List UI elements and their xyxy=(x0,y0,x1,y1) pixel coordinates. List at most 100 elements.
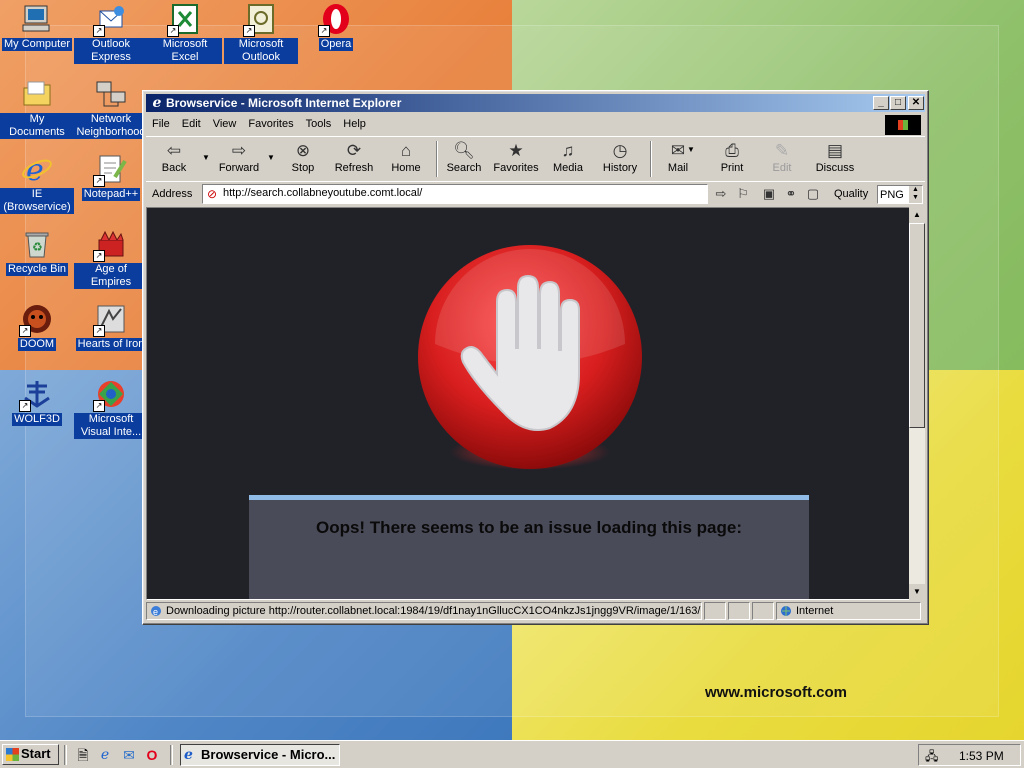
folder-icon xyxy=(21,78,53,110)
forward-button[interactable]: ⇨ Forward xyxy=(212,140,266,178)
start-button[interactable]: Start xyxy=(2,744,59,765)
address-field[interactable]: ⊘ xyxy=(202,184,708,204)
security-zone-text: Internet xyxy=(796,605,834,617)
mail-dropdown-icon[interactable]: ▼ xyxy=(687,145,695,154)
menu-file[interactable]: File xyxy=(146,116,176,132)
svg-text:e: e xyxy=(153,607,158,617)
desktop-icon-label: Hearts of Iron xyxy=(75,338,147,351)
menu-tools[interactable]: Tools xyxy=(300,116,338,132)
address-input[interactable] xyxy=(223,187,703,199)
edit-button[interactable]: ✎ Edit xyxy=(764,140,800,178)
desktop-icon-opera[interactable]: ↗ Opera xyxy=(299,3,373,51)
media-icon: ♫ xyxy=(561,141,575,160)
show-desktop-icon[interactable]: 🗎︎ xyxy=(74,746,92,764)
status-text: Downloading picture http://router.collab… xyxy=(166,605,702,617)
vertical-scrollbar[interactable]: ▲ ▼ xyxy=(909,207,925,600)
quality-spinner[interactable]: ▲ ▼ xyxy=(909,186,922,203)
back-button[interactable]: ⇦ Back xyxy=(152,140,196,178)
history-button[interactable]: ◷ History xyxy=(598,140,642,178)
menu-view[interactable]: View xyxy=(207,116,243,132)
wallpaper-url-text: www.microsoft.com xyxy=(705,684,847,701)
scroll-down-icon[interactable]: ▼ xyxy=(909,584,925,600)
go-arrow-icon[interactable]: ⇨ xyxy=(712,187,730,203)
scroll-up-icon[interactable]: ▲ xyxy=(909,207,925,223)
desktop-icon-notepad-plus-plus[interactable]: ↗ Notepad++ xyxy=(74,153,148,201)
stop-button[interactable]: ⊗ Stop xyxy=(284,140,322,178)
tray-network-icon[interactable]: 🖧︎ xyxy=(925,747,941,763)
desktop-icon-visual-interdev[interactable]: ↗ Microsoft Visual Inte... xyxy=(74,378,148,439)
scrollbar-thumb[interactable] xyxy=(909,223,925,428)
print-button[interactable]: ⎙ Print xyxy=(712,140,752,178)
desktop-icon-label: WOLF3D xyxy=(12,413,62,426)
page-viewport[interactable]: Oops! There seems to be an issue loading… xyxy=(146,207,911,600)
forward-dropdown-icon[interactable]: ▼ xyxy=(267,153,275,162)
desktop-icon-microsoft-excel[interactable]: ↗ Microsoft Excel xyxy=(148,3,222,64)
desktop-icon-outlook-express[interactable]: ↗ Outlook Express xyxy=(74,3,148,64)
hearts-of-iron-icon: ↗ xyxy=(93,303,127,337)
desktop-icon-my-computer[interactable]: My Computer xyxy=(0,3,74,51)
stop-hand-icon xyxy=(418,245,642,470)
bookmark-icon[interactable]: ⚐ xyxy=(734,187,752,203)
desktop-icon-label: Opera xyxy=(318,38,354,51)
desktop-icon-label: Age of Empires xyxy=(74,263,148,289)
taskbar-button-browservice[interactable]: e Browservice - Micro... xyxy=(180,744,340,766)
shortcut-arrow-icon: ↗ xyxy=(93,325,105,337)
visual-interdev-icon: ↗ xyxy=(93,378,127,412)
mail-label: Mail xyxy=(667,162,689,174)
close-button[interactable]: ✕ xyxy=(908,96,924,110)
error-title: Oops! There seems to be an issue loading… xyxy=(315,518,743,537)
desktop-icon-hearts-of-iron[interactable]: ↗ Hearts of Iron xyxy=(74,303,148,351)
doom-icon: ↗ xyxy=(19,303,53,337)
search-button[interactable]: 🔍︎ Search xyxy=(444,140,484,178)
outlook-express-quicklaunch-icon[interactable]: ✉ xyxy=(120,746,138,764)
desktop-icon-network-neighborhood[interactable]: Network Neighborhood xyxy=(74,78,148,139)
desktop-icon-ie-browservice[interactable]: e IE (Browservice) xyxy=(0,153,74,214)
menu-favorites[interactable]: Favorites xyxy=(242,116,299,132)
clock[interactable]: 1:53 PM xyxy=(959,749,1004,763)
ie-quicklaunch-icon[interactable]: e xyxy=(96,746,114,764)
address-bar: Address ⊘ ⇨ ⚐ ▣ ⚭ ▢ Quality PNG ▲▼ xyxy=(146,181,925,206)
desktop-icon-microsoft-outlook[interactable]: ↗ Microsoft Outlook xyxy=(224,3,298,64)
minimize-button[interactable]: _ xyxy=(873,96,889,110)
maximize-button[interactable]: □ xyxy=(890,96,906,110)
desktop-icon-wolf3d[interactable]: ↗ WOLF3D xyxy=(0,378,74,426)
desktop-icon-recycle-bin[interactable]: ♻ Recycle Bin xyxy=(0,228,74,276)
desktop-icon-doom[interactable]: ↗ DOOM xyxy=(0,303,74,351)
taskbar-separator xyxy=(64,745,67,765)
wolf3d-icon: ↗ xyxy=(19,378,53,412)
back-label: Back xyxy=(161,162,187,174)
system-tray: 🖧︎ 1:53 PM xyxy=(918,744,1021,766)
desktop-icon-my-documents[interactable]: My Documents xyxy=(0,78,74,139)
desktop-icon-label: Notepad++ xyxy=(81,188,141,201)
outlook-icon: ↗ xyxy=(243,3,277,37)
quality-select[interactable]: PNG ▲ ▼ xyxy=(877,185,923,204)
forward-arrow-icon: ⇨ xyxy=(231,141,247,160)
clipboard-icon[interactable]: ▢ xyxy=(804,187,822,203)
notepad-icon: ↗ xyxy=(93,153,127,187)
title-bar[interactable]: e Browservice - Microsoft Internet Explo… xyxy=(146,94,925,112)
favorites-button[interactable]: ★ Favorites xyxy=(491,140,541,178)
taskbar-button-label: Browservice - Micro... xyxy=(201,747,336,762)
desktop-icon-label: Microsoft Excel xyxy=(148,38,222,64)
find-binoculars-icon[interactable]: ⚭ xyxy=(782,187,800,203)
media-button[interactable]: ♫ Media xyxy=(548,140,588,178)
home-icon: ⌂ xyxy=(400,141,412,160)
menu-edit[interactable]: Edit xyxy=(176,116,207,132)
shortcut-arrow-icon: ↗ xyxy=(93,25,105,37)
refresh-button[interactable]: ⟳ Refresh xyxy=(332,140,376,178)
back-dropdown-icon[interactable]: ▼ xyxy=(202,153,210,162)
desktop-icon-age-of-empires[interactable]: ↗ Age of Empires xyxy=(74,228,148,289)
shortcut-arrow-icon: ↗ xyxy=(93,175,105,187)
standard-toolbar: ⇦ Back ▼ ⇨ Forward ▼ ⊗ Stop ⟳ Refresh ⌂ … xyxy=(146,136,925,182)
opera-quicklaunch-icon[interactable]: O xyxy=(143,746,161,764)
start-label: Start xyxy=(21,746,51,761)
ie-icon: e xyxy=(152,95,162,111)
browser-window: e Browservice - Microsoft Internet Explo… xyxy=(142,90,929,625)
shortcut-arrow-icon: ↗ xyxy=(93,400,105,412)
save-page-icon[interactable]: ▣ xyxy=(760,187,778,203)
desktop-icon-label: My Documents xyxy=(0,113,74,139)
home-button[interactable]: ⌂ Home xyxy=(386,140,426,178)
menu-help[interactable]: Help xyxy=(337,116,372,132)
desktop-icon-label: Outlook Express xyxy=(74,38,148,64)
discuss-button[interactable]: ▤ Discuss xyxy=(812,140,858,178)
